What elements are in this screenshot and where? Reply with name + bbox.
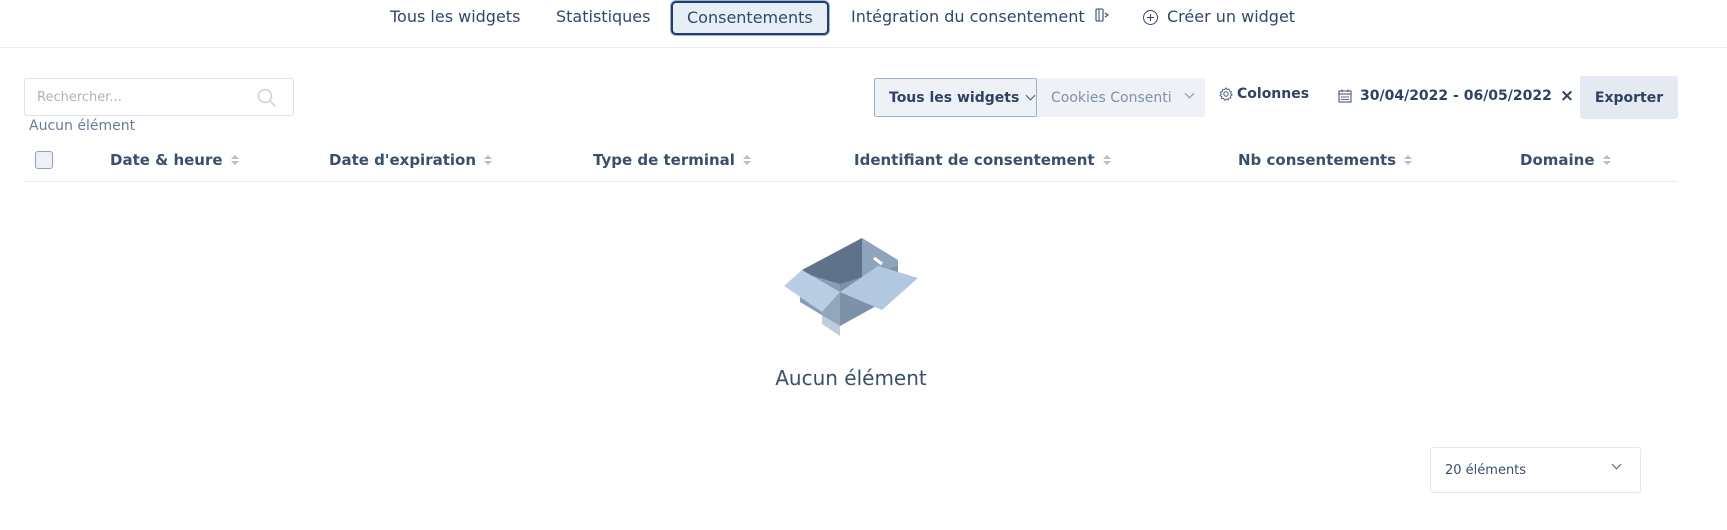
search-icon[interactable] <box>257 88 277 112</box>
tab-all-widgets[interactable]: Tous les widgets <box>390 0 520 34</box>
date-range-picker[interactable]: 30/04/2022 - 06/05/2022 × <box>1338 86 1574 106</box>
tab-label: Consentements <box>687 8 813 27</box>
column-label: Identifiant de consentement <box>854 151 1095 169</box>
column-header-date[interactable]: Date & heure <box>110 151 239 169</box>
tab-statistics[interactable]: Statistiques <box>556 0 650 34</box>
sort-icon <box>230 155 239 165</box>
sort-icon <box>1404 155 1413 165</box>
export-button[interactable]: Exporter <box>1580 76 1678 119</box>
chevron-down-icon <box>1184 88 1195 99</box>
sort-icon <box>742 155 751 165</box>
date-range-value: 30/04/2022 - 06/05/2022 <box>1360 88 1552 104</box>
sort-icon <box>484 155 493 165</box>
columns-button[interactable]: Colonnes <box>1219 86 1309 102</box>
column-label: Nb consentements <box>1238 151 1397 169</box>
category-filter-value: Cookies Consenti <box>1051 89 1172 106</box>
column-header-device-type[interactable]: Type de terminal <box>593 151 751 169</box>
category-filter-select[interactable]: Cookies Consenti <box>1037 78 1205 117</box>
tab-label: Intégration du consentement <box>851 7 1085 26</box>
empty-state-message: Aucun élément <box>775 366 927 390</box>
clear-date-icon[interactable]: × <box>1560 86 1574 106</box>
gear-icon <box>1219 87 1233 101</box>
tab-consent-integration[interactable]: Intégration du consentement <box>851 0 1111 34</box>
column-label: Type de terminal <box>593 151 735 169</box>
column-header-consent-count[interactable]: Nb consentements <box>1238 151 1413 169</box>
tab-label: Tous les widgets <box>390 7 521 26</box>
table-header: Date & heure Date d'expiration Type de t… <box>24 140 1678 182</box>
page-size-select[interactable]: 20 éléments <box>1430 447 1641 493</box>
widget-filter-select[interactable]: Tous les widgets <box>874 78 1037 117</box>
tab-label: Statistiques <box>556 7 651 26</box>
empty-box-icon <box>782 232 918 340</box>
search-box <box>24 78 294 116</box>
external-link-icon <box>1095 0 1111 34</box>
export-label: Exporter <box>1594 89 1664 106</box>
column-header-expiration[interactable]: Date d'expiration <box>329 151 493 169</box>
sort-icon <box>1102 155 1111 165</box>
result-count-label: Aucun élément <box>29 118 136 134</box>
select-all-checkbox[interactable] <box>35 151 53 169</box>
page-size-value: 20 éléments <box>1445 462 1527 478</box>
chevron-down-icon <box>1611 459 1622 470</box>
chevron-down-icon <box>1025 90 1036 101</box>
widget-filter-value: Tous les widgets <box>889 89 1020 106</box>
create-widget-link[interactable]: Créer un widget <box>1143 0 1295 34</box>
column-header-domain[interactable]: Domaine <box>1520 151 1611 169</box>
column-label: Domaine <box>1520 151 1595 169</box>
column-label: Date d'expiration <box>329 151 477 169</box>
column-header-consent-id[interactable]: Identifiant de consentement <box>854 151 1111 169</box>
tab-label: Créer un widget <box>1167 7 1296 26</box>
columns-label: Colonnes <box>1237 86 1310 102</box>
calendar-icon <box>1338 89 1352 103</box>
search-input[interactable] <box>25 79 245 115</box>
tab-consents[interactable]: Consentements <box>671 1 829 35</box>
top-navigation: Tous les widgets Statistiques Consenteme… <box>0 0 1727 48</box>
column-label: Date & heure <box>110 151 223 169</box>
sort-icon <box>1602 155 1611 165</box>
plus-circle-icon <box>1143 9 1158 25</box>
